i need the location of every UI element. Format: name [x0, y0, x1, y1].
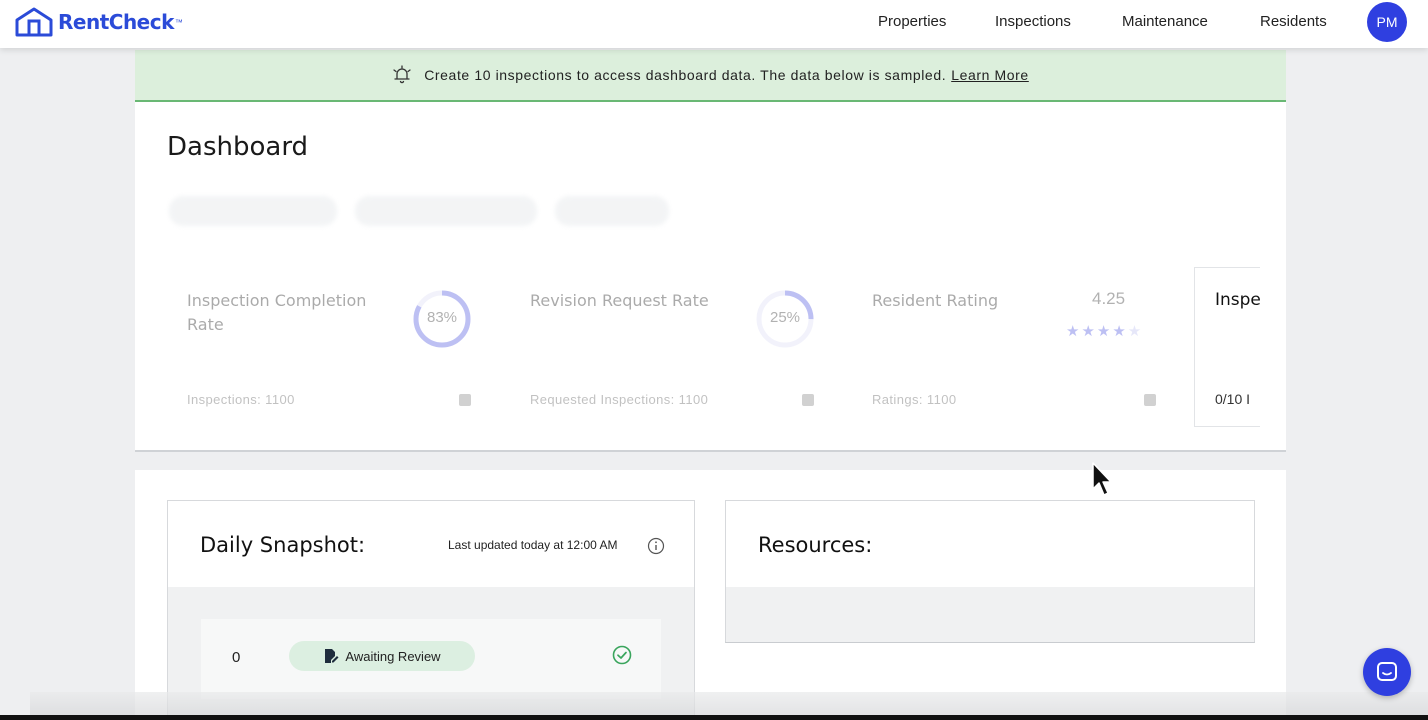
- metric-sub: Ratings: 1100: [872, 392, 957, 407]
- chat-icon: [1377, 662, 1397, 681]
- metric-label: Resident Rating: [872, 291, 999, 310]
- metric-chart-icon: [802, 394, 814, 406]
- edit-document-icon: [325, 649, 339, 663]
- logo-text: RentCheck: [58, 10, 174, 34]
- metric-resident-rating[interactable]: Resident Rating 4.25 ★★★★★ Ratings: 1100: [872, 272, 1192, 422]
- metric-revision-rate[interactable]: Revision Request Rate 25% Requested Insp…: [530, 272, 850, 422]
- learn-more-link[interactable]: Learn More: [951, 67, 1029, 83]
- card-value: 0/10 I: [1215, 391, 1251, 407]
- sample-data-banner: Create 10 inspections to access dashboar…: [135, 50, 1286, 102]
- star-rating-icon: ★★★★★: [1066, 323, 1144, 340]
- daily-snapshot-card: Daily Snapshot: Last updated today at 12…: [167, 500, 695, 720]
- dashboard-panel: Dashboard Inspection Completion Rate 83%…: [135, 102, 1286, 452]
- snapshot-count: 0: [232, 649, 241, 666]
- snapshot-row[interactable]: 0 Awaiting Review: [201, 619, 661, 699]
- nav-maintenance[interactable]: Maintenance: [1122, 13, 1208, 30]
- filter-dropdown-date[interactable]: [169, 196, 337, 226]
- mouse-cursor-icon: [1092, 462, 1112, 496]
- check-circle-icon: [612, 645, 632, 665]
- bottom-edge: [0, 715, 1428, 720]
- last-updated-text: Last updated today at 12:00 AM: [448, 538, 618, 552]
- metric-value: 25%: [769, 309, 801, 326]
- metric-label: Inspection Completion Rate: [187, 291, 367, 334]
- nav-inspections[interactable]: Inspections: [995, 13, 1071, 30]
- logo-trademark: ™: [174, 17, 183, 27]
- status-badge: Awaiting Review: [289, 641, 475, 671]
- filter-button[interactable]: [555, 196, 669, 226]
- status-badge-label: Awaiting Review: [345, 648, 441, 664]
- rating-value: 4.25: [1092, 289, 1126, 308]
- card-title: Inspe: [1215, 290, 1260, 310]
- chat-launcher-button[interactable]: [1363, 648, 1411, 696]
- filter-dropdown-properties[interactable]: [355, 196, 537, 226]
- resources-title: Resources:: [758, 533, 873, 557]
- page-title: Dashboard: [167, 132, 309, 162]
- metric-inspections-card[interactable]: Inspe 0/10 I: [1194, 267, 1260, 427]
- snapshot-title: Daily Snapshot:: [200, 533, 366, 557]
- bell-icon: [393, 65, 411, 84]
- banner-message: Create 10 inspections to access dashboar…: [424, 67, 947, 83]
- nav-residents[interactable]: Residents: [1260, 13, 1327, 30]
- metric-completion-rate[interactable]: Inspection Completion Rate 83% Inspectio…: [187, 272, 507, 422]
- house-logo-icon: [15, 7, 53, 37]
- metric-sub: Requested Inspections: 1100: [530, 392, 709, 407]
- resources-card: Resources:: [725, 500, 1255, 643]
- nav-properties[interactable]: Properties: [878, 13, 946, 30]
- info-icon[interactable]: [647, 537, 665, 555]
- top-navbar: RentCheck ™ Properties Inspections Mainte…: [0, 0, 1428, 48]
- metric-sub: Inspections: 1100: [187, 392, 295, 407]
- snapshot-header: Daily Snapshot: Last updated today at 12…: [168, 501, 694, 587]
- user-avatar[interactable]: PM: [1367, 2, 1407, 42]
- rentcheck-logo[interactable]: RentCheck ™: [14, 7, 183, 37]
- metric-label: Revision Request Rate: [530, 291, 709, 310]
- metric-chart-icon: [459, 394, 471, 406]
- resources-body: [726, 587, 1254, 642]
- metric-chart-icon: [1144, 394, 1156, 406]
- metric-value: 83%: [426, 309, 458, 326]
